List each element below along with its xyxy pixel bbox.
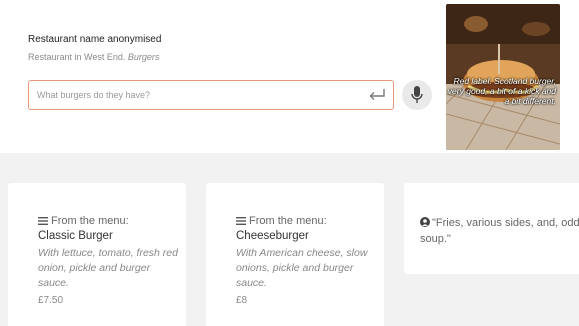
restaurant-subtitle: Restaurant in West End. Burgers <box>28 52 159 62</box>
header-section: Restaurant name anonymised Restaurant in… <box>0 0 579 153</box>
item-title: Cheeseburger <box>236 230 309 242</box>
menu-list-icon <box>38 217 48 226</box>
search-box[interactable] <box>28 80 394 110</box>
card-source: From the menu: <box>38 215 129 227</box>
menu-list-icon <box>236 217 246 226</box>
restaurant-location: Restaurant in West End. <box>28 52 126 62</box>
card-source-label: From the menu: <box>249 215 327 227</box>
microphone-button[interactable] <box>402 80 432 110</box>
card-source-label: From the menu: <box>51 215 129 227</box>
review-quote: "Fries, various sides, and, oddly, soup.… <box>420 215 579 247</box>
item-description: With lettuce, tomato, fresh red onion, p… <box>38 247 178 289</box>
menu-card[interactable]: From the menu: Classic Burger With lettu… <box>8 183 186 326</box>
user-icon <box>420 217 430 227</box>
card-source: From the menu: <box>236 215 327 227</box>
item-price: £7.50 <box>38 295 64 306</box>
item-description: With American cheese, slow onions, pickl… <box>236 247 368 289</box>
restaurant-name: Restaurant name anonymised <box>28 34 162 45</box>
item-price: £8 <box>236 295 248 306</box>
enter-icon[interactable] <box>367 87 387 103</box>
item-title: Classic Burger <box>38 230 113 242</box>
food-photo[interactable]: Red label: Scotland burger, very good, a… <box>446 4 560 150</box>
microphone-icon <box>411 86 423 103</box>
review-text: "Fries, various sides, and, oddly, soup.… <box>420 217 579 245</box>
menu-card[interactable]: From the menu: Cheeseburger With America… <box>206 183 384 326</box>
review-card[interactable]: "Fries, various sides, and, oddly, soup.… <box>404 183 579 274</box>
photo-caption: Red label: Scotland burger, very good, a… <box>447 76 556 106</box>
restaurant-category: Burgers <box>127 52 160 62</box>
search-input[interactable] <box>37 87 357 103</box>
